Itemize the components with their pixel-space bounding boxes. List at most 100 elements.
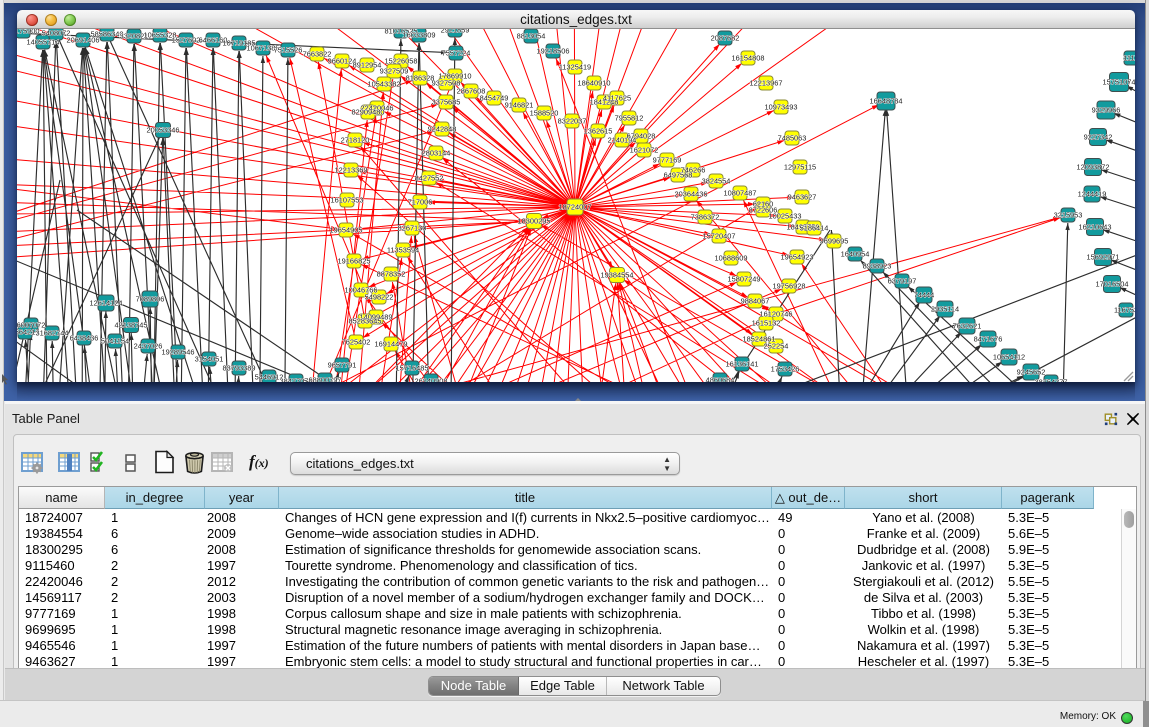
svg-text:12975115: 12975115 (784, 163, 816, 172)
svg-text:16120746: 16120746 (760, 310, 793, 319)
svg-text:10807487: 10807487 (724, 189, 757, 198)
svg-text:16136141: 16136141 (726, 360, 759, 369)
svg-text:19289546: 19289546 (162, 348, 195, 357)
svg-text:11353594: 11353594 (387, 246, 419, 255)
svg-text:8471676: 8471676 (974, 335, 1003, 344)
svg-text:7386372: 7386372 (691, 213, 720, 222)
svg-text:2718120: 2718120 (341, 136, 370, 145)
svg-text:2935114: 2935114 (931, 305, 959, 314)
svg-text:16648784: 16648784 (870, 97, 903, 106)
svg-text:29175900: 29175900 (17, 29, 39, 36)
svg-text:12093872: 12093872 (1077, 163, 1110, 172)
svg-text:8813054: 8813054 (517, 32, 546, 41)
svg-text:9242848: 9242848 (428, 125, 457, 134)
svg-text:85283645: 85283645 (349, 317, 382, 326)
svg-text:7625402: 7625402 (342, 338, 371, 347)
svg-text:18640910: 18640910 (578, 79, 611, 88)
svg-text:7089806: 7089806 (136, 295, 165, 304)
svg-text:2437026: 2437026 (134, 342, 163, 351)
svg-text:9777169: 9777169 (653, 156, 682, 165)
svg-text:9884067: 9884067 (741, 297, 770, 306)
svg-text:19218506: 19218506 (537, 47, 570, 56)
svg-text:1621072: 1621072 (630, 146, 659, 155)
svg-text:9329966: 9329966 (1092, 106, 1121, 115)
svg-text:9657791: 9657791 (328, 361, 357, 370)
svg-text:8427552: 8427552 (415, 174, 444, 183)
svg-text:5498222: 5498222 (365, 293, 394, 302)
svg-text:9327509: 9327509 (380, 67, 409, 76)
svg-text:1753426: 1753426 (771, 365, 800, 374)
svg-text:82909480: 82909480 (352, 108, 385, 117)
svg-text:746266: 746266 (681, 166, 706, 175)
svg-text:15226058: 15226058 (385, 57, 418, 66)
svg-text:10543382: 10543382 (368, 80, 401, 89)
svg-text:16210643: 16210643 (1079, 223, 1112, 232)
svg-text:8938923: 8938923 (863, 262, 892, 271)
svg-text:2921859: 2921859 (441, 29, 470, 35)
svg-text:4117625: 4117625 (603, 94, 631, 103)
svg-text:8267130: 8267130 (398, 224, 427, 233)
svg-text:42138745: 42138745 (115, 321, 148, 330)
svg-text:15716485: 15716485 (396, 364, 429, 373)
svg-text:18300295: 18300295 (518, 217, 551, 226)
svg-text:1588520: 1588520 (530, 109, 559, 118)
svg-text:9699695: 9699695 (820, 237, 849, 246)
svg-text:9227342: 9227342 (1084, 133, 1113, 142)
svg-text:6379197: 6379197 (888, 277, 917, 286)
svg-text:6794028: 6794028 (627, 132, 656, 141)
svg-text:20364436: 20364436 (675, 190, 708, 199)
svg-text:18724007: 18724007 (559, 203, 592, 212)
svg-text:3824554: 3824554 (702, 177, 731, 186)
svg-text:12213967: 12213967 (750, 79, 783, 88)
svg-text:9245652: 9245652 (1017, 368, 1046, 377)
svg-text:19654905: 19654905 (330, 226, 363, 235)
svg-text:15751074: 15751074 (1103, 78, 1135, 87)
svg-text:83793389: 83793389 (223, 364, 256, 373)
svg-text:8878352: 8878352 (377, 270, 406, 279)
svg-text:7955812: 7955812 (615, 114, 644, 123)
svg-text:5041154: 5041154 (101, 337, 129, 346)
svg-text:1362615: 1362615 (584, 127, 613, 136)
svg-text:19384554: 19384554 (601, 271, 634, 280)
svg-text:1117: 1117 (1123, 54, 1135, 63)
svg-text:16107553: 16107553 (331, 196, 364, 205)
svg-text:16154808: 16154808 (732, 54, 765, 63)
svg-text:10654112: 10654112 (993, 353, 1025, 362)
svg-text:7515526: 7515526 (274, 46, 303, 55)
svg-text:1244419: 1244419 (1078, 190, 1107, 199)
svg-text:2803144: 2803144 (422, 149, 451, 158)
svg-text:2087682: 2087682 (711, 34, 740, 43)
svg-text:116753: 116753 (1114, 306, 1135, 315)
svg-text:19756928: 19756928 (773, 282, 806, 291)
svg-text:17016504: 17016504 (1096, 280, 1129, 289)
svg-text:8912954: 8912954 (353, 61, 382, 70)
svg-text:252254: 252254 (764, 342, 789, 351)
svg-text:7557224: 7557224 (442, 49, 471, 58)
svg-text:11325419: 11325419 (559, 63, 591, 72)
svg-text:1615132: 1615132 (752, 319, 781, 328)
svg-text:8722606: 8722606 (749, 206, 778, 215)
svg-text:1640954: 1640954 (841, 250, 870, 259)
svg-text:58586340: 58586340 (91, 30, 124, 39)
svg-text:3215953: 3215953 (1054, 211, 1083, 220)
svg-text:3154051: 3154051 (195, 355, 224, 364)
svg-text:8186328: 8186328 (406, 74, 435, 83)
svg-text:31682744: 31682744 (36, 329, 69, 338)
svg-text:15720407: 15720407 (703, 232, 736, 241)
svg-text:16914479: 16914479 (375, 340, 408, 349)
svg-text:6438436: 6438436 (70, 334, 99, 343)
svg-text:1527602: 1527602 (172, 36, 201, 45)
svg-text:7485063: 7485063 (778, 134, 807, 143)
svg-text:16033809: 16033809 (403, 31, 436, 40)
svg-text:12213369: 12213369 (335, 166, 368, 175)
svg-text:74444: 74444 (914, 291, 935, 300)
svg-text:15692971: 15692971 (1087, 253, 1120, 262)
svg-text:3375685: 3375685 (432, 98, 461, 107)
svg-text:10973493: 10973493 (765, 103, 798, 112)
svg-text:5186414: 5186414 (800, 224, 829, 233)
svg-text:8322037: 8322037 (558, 117, 587, 126)
svg-text:717006: 717006 (408, 198, 433, 207)
svg-text:12614124: 12614124 (90, 299, 123, 308)
svg-text:19654923: 19654923 (781, 253, 814, 262)
svg-text:19166825: 19166825 (338, 257, 371, 266)
